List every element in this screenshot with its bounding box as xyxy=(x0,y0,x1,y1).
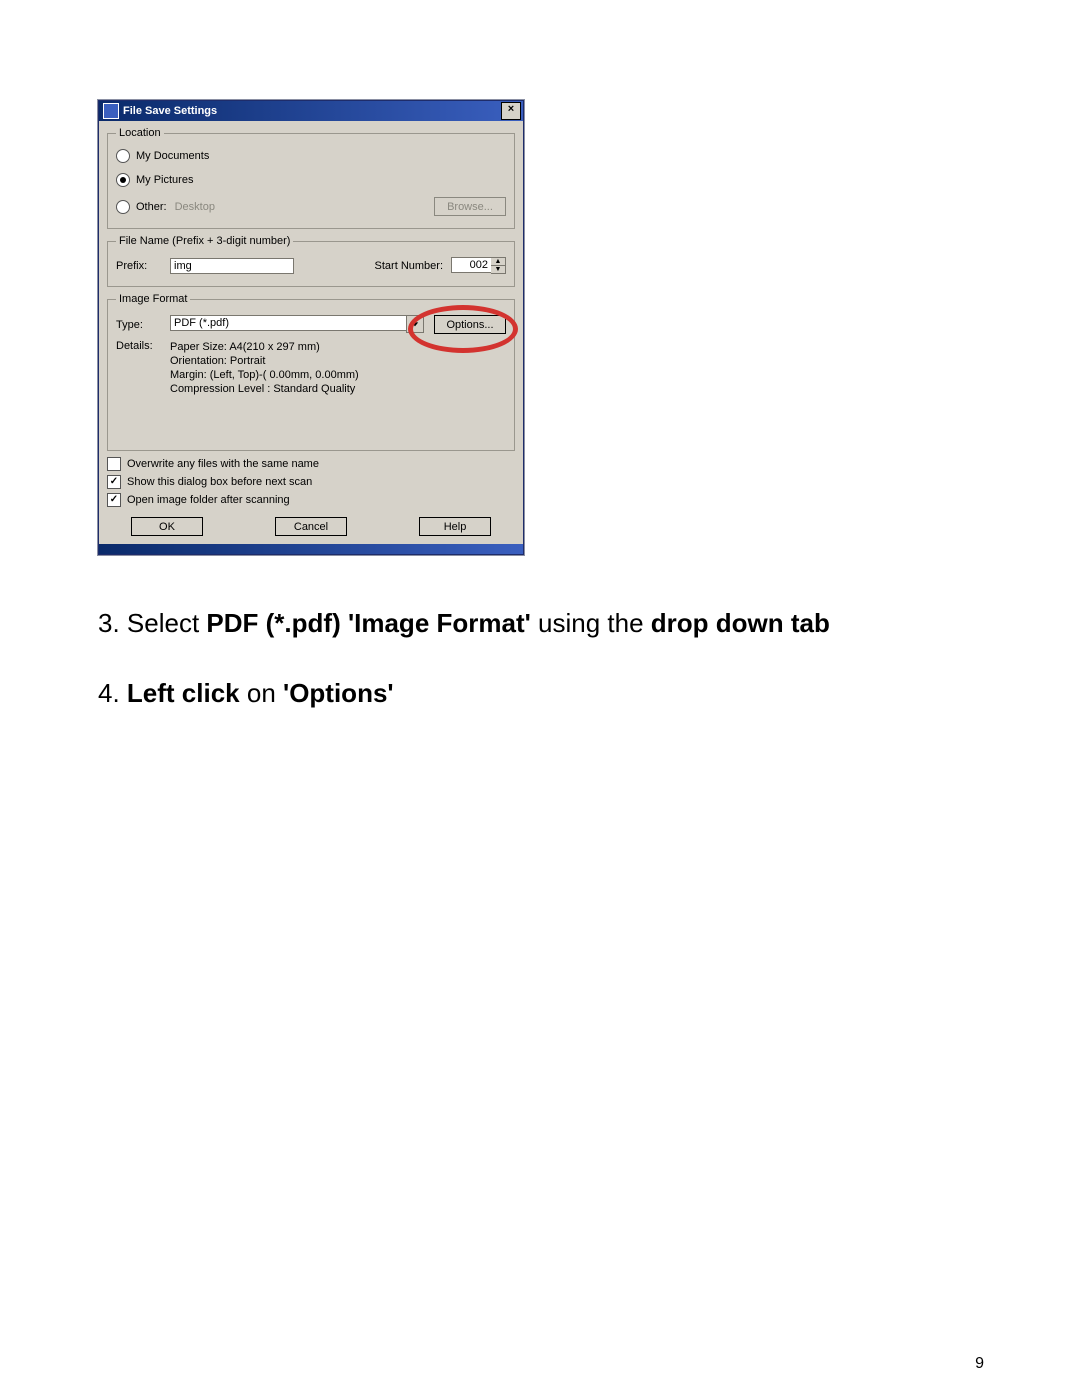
document-page: File Save Settings × Location My Documen… xyxy=(0,0,1080,1397)
close-button[interactable]: × xyxy=(501,102,521,120)
radio-other-row: Other: Desktop Browse... xyxy=(116,197,506,216)
instruction-list: 3. Select PDF (*.pdf) 'Image Format' usi… xyxy=(98,605,990,711)
start-number-stepper[interactable]: ▲▼ xyxy=(451,257,506,274)
image-format-group: Image Format Type: Options... Details: P… xyxy=(107,293,515,451)
location-group: Location My Documents My Pictures Other:… xyxy=(107,127,515,229)
details-line: Orientation: Portrait xyxy=(170,354,359,368)
page-number: 9 xyxy=(975,1355,984,1373)
filename-legend: File Name (Prefix + 3-digit number) xyxy=(116,235,293,247)
instruction-step-4: 4. Left click on 'Options' xyxy=(98,675,990,711)
details-label: Details: xyxy=(116,340,170,352)
start-number-input[interactable] xyxy=(451,257,491,273)
radio-icon xyxy=(116,149,130,163)
chevron-down-icon[interactable] xyxy=(406,315,424,333)
radio-label: My Documents xyxy=(136,150,209,162)
app-icon xyxy=(103,103,119,119)
check-label: Overwrite any files with the same name xyxy=(127,458,319,470)
ok-button[interactable]: OK xyxy=(131,517,203,536)
radio-icon xyxy=(116,173,130,187)
check-show-dialog[interactable]: Show this dialog box before next scan xyxy=(107,475,515,489)
check-overwrite[interactable]: Overwrite any files with the same name xyxy=(107,457,515,471)
dialog-title: File Save Settings xyxy=(123,105,501,117)
check-label: Show this dialog box before next scan xyxy=(127,476,312,488)
step-number: 3. xyxy=(98,608,127,638)
help-button[interactable]: Help xyxy=(419,517,491,536)
radio-my-pictures[interactable]: My Pictures xyxy=(116,173,506,187)
step-number: 4. xyxy=(98,678,127,708)
radio-label: My Pictures xyxy=(136,174,193,186)
image-format-legend: Image Format xyxy=(116,293,190,305)
details-text: Paper Size: A4(210 x 297 mm) Orientation… xyxy=(170,340,359,396)
spinner-buttons[interactable]: ▲▼ xyxy=(491,257,506,274)
details-line: Margin: (Left, Top)-( 0.00mm, 0.00mm) xyxy=(170,368,359,382)
prefix-label: Prefix: xyxy=(116,260,170,272)
checkbox-icon xyxy=(107,493,121,507)
dialog-screenshot: File Save Settings × Location My Documen… xyxy=(98,100,524,555)
prefix-input[interactable] xyxy=(170,258,294,274)
filename-group: File Name (Prefix + 3-digit number) Pref… xyxy=(107,235,515,287)
browse-button[interactable]: Browse... xyxy=(434,197,506,216)
check-open-folder[interactable]: Open image folder after scanning xyxy=(107,493,515,507)
start-number-label: Start Number: xyxy=(375,260,443,272)
type-dropdown[interactable] xyxy=(170,315,424,333)
details-line: Compression Level : Standard Quality xyxy=(170,382,359,396)
type-label: Type: xyxy=(116,319,170,331)
type-value[interactable] xyxy=(170,315,406,331)
checkbox-icon xyxy=(107,475,121,489)
check-label: Open image folder after scanning xyxy=(127,494,290,506)
location-legend: Location xyxy=(116,127,164,139)
options-button[interactable]: Options... xyxy=(434,315,506,334)
other-path: Desktop xyxy=(175,201,434,213)
instruction-step-3: 3. Select PDF (*.pdf) 'Image Format' usi… xyxy=(98,605,990,641)
radio-label: Other: xyxy=(136,201,167,213)
details-line: Paper Size: A4(210 x 297 mm) xyxy=(170,340,359,354)
dialog-titlebar: File Save Settings × xyxy=(99,101,523,121)
checkbox-icon xyxy=(107,457,121,471)
radio-my-documents[interactable]: My Documents xyxy=(116,149,506,163)
dialog-footer-strip xyxy=(99,544,523,554)
dialog-button-row: OK Cancel Help xyxy=(107,517,515,536)
cancel-button[interactable]: Cancel xyxy=(275,517,347,536)
radio-other[interactable] xyxy=(116,200,130,214)
